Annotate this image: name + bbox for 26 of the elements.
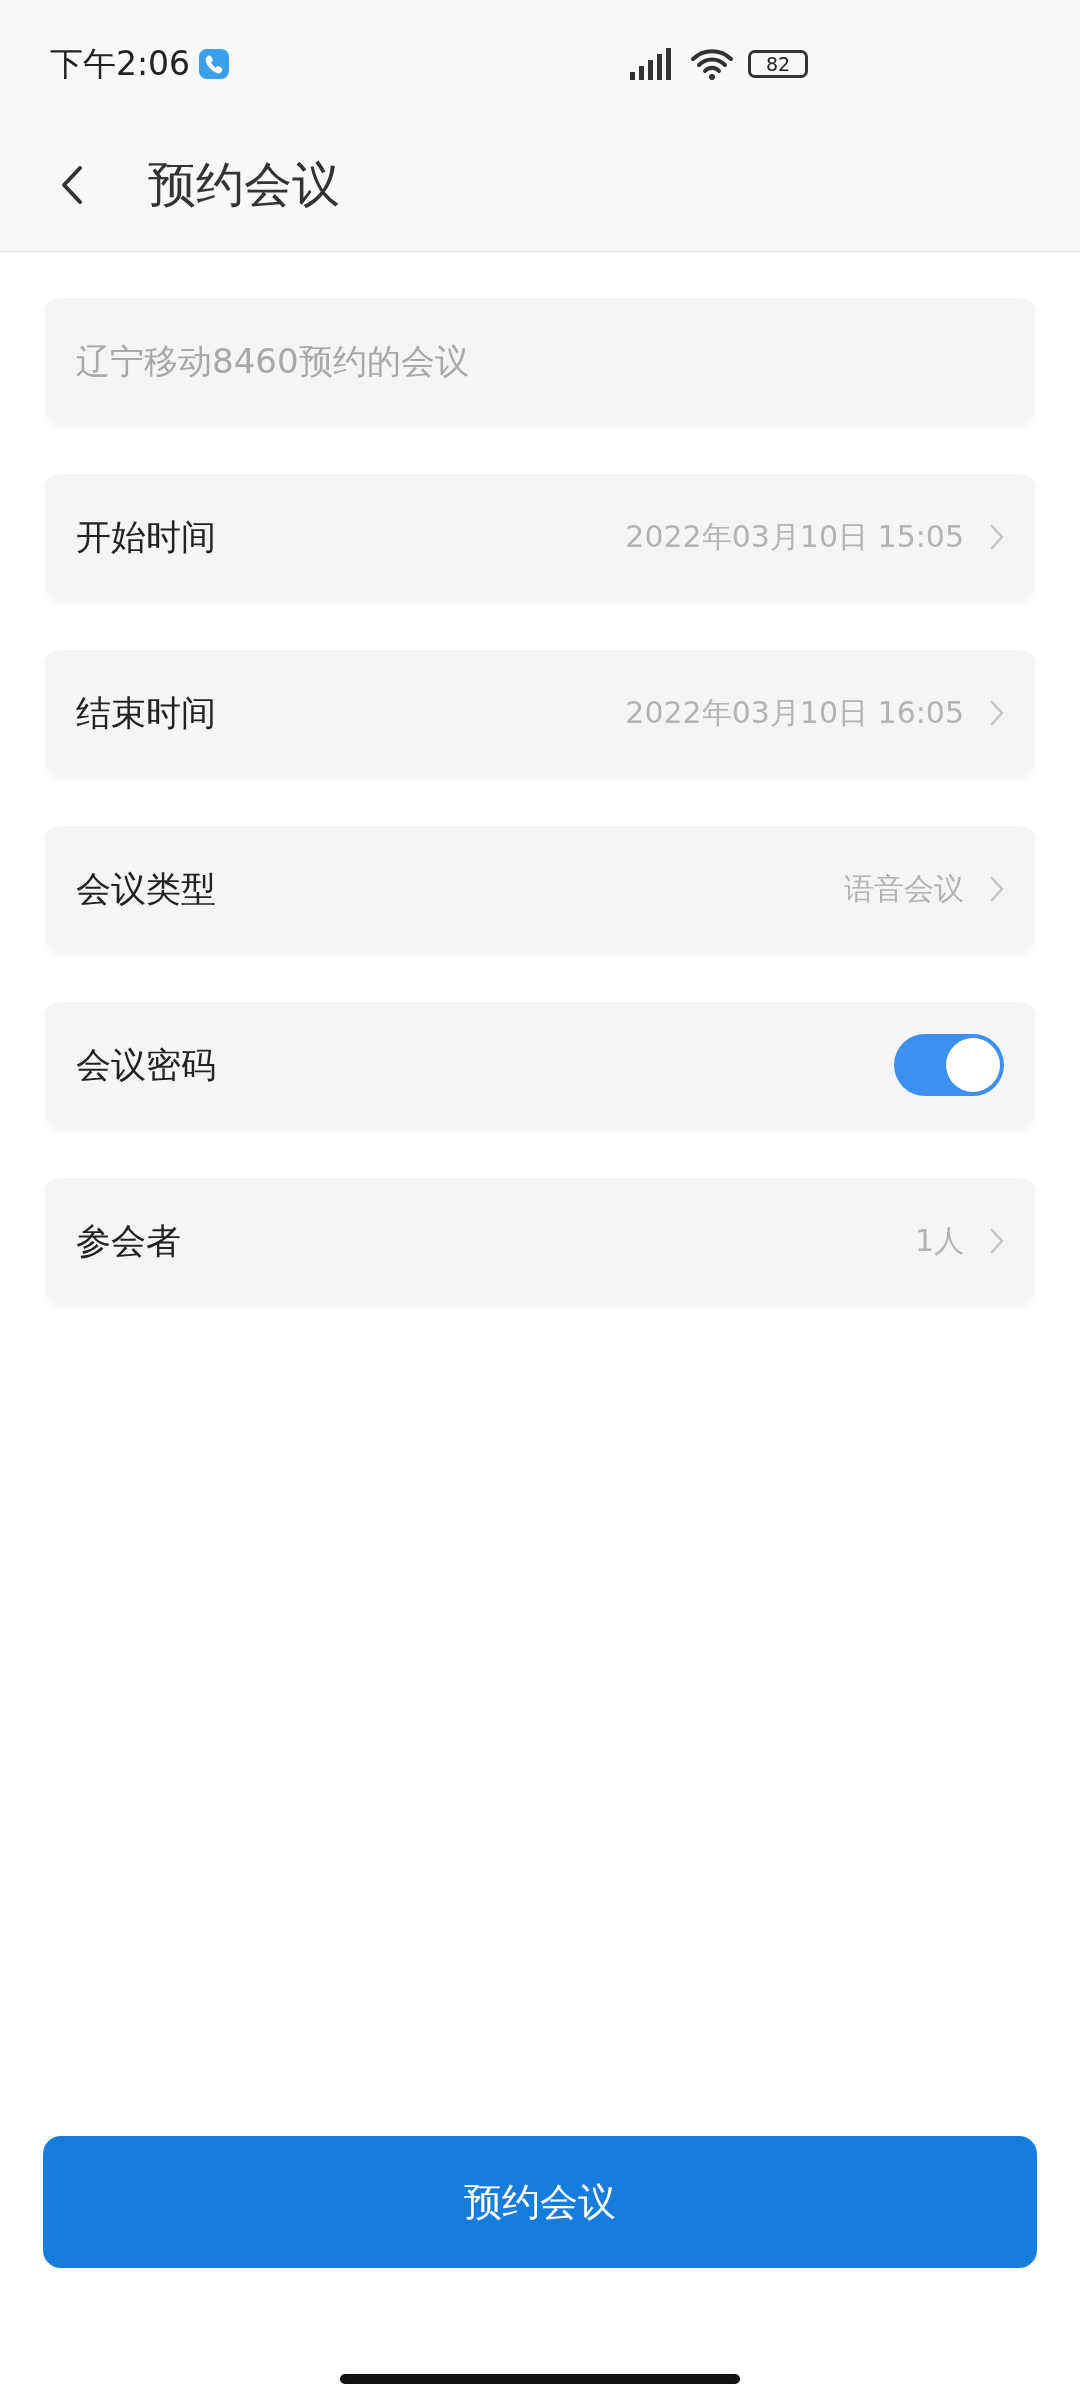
settings-row[interactable]: 结束时间 2022年03月10日 16:05 xyxy=(46,650,1034,776)
chevron-right-icon xyxy=(990,1228,1004,1254)
settings-row[interactable]: 开始时间 2022年03月10日 15:05 xyxy=(46,474,1034,600)
row-label: 结束时间 xyxy=(76,691,217,735)
chevron-right-icon xyxy=(990,700,1004,726)
row-value: 语音会议 xyxy=(844,869,964,908)
wifi-icon xyxy=(690,47,734,81)
settings-row[interactable]: 会议密码 xyxy=(46,1002,1034,1128)
row-label: 会议密码 xyxy=(76,1043,217,1087)
chevron-right-icon xyxy=(990,524,1004,550)
row-label: 参会者 xyxy=(76,1219,182,1263)
phone-app-icon xyxy=(198,48,231,80)
settings-row[interactable]: 参会者 1人 xyxy=(46,1178,1034,1304)
back-icon[interactable] xyxy=(60,164,84,205)
topic-field[interactable]: 辽宁移动8460预约的会议 xyxy=(46,298,1034,424)
status-time: 下午2:06 xyxy=(50,42,191,85)
row-value: 1人 xyxy=(914,1221,964,1260)
row-value: 2022年03月10日 15:05 xyxy=(625,517,964,556)
row-label: 开始时间 xyxy=(76,515,217,559)
page-title: 预约会议 xyxy=(148,154,340,214)
battery-icon: 82 xyxy=(748,50,808,78)
settings-row[interactable]: 会议类型 语音会议 xyxy=(46,826,1034,952)
chevron-right-icon xyxy=(990,876,1004,902)
row-label: 会议类型 xyxy=(76,867,217,911)
submit-button[interactable]: 预约会议 xyxy=(43,2136,1037,2268)
row-value: 2022年03月10日 16:05 xyxy=(625,693,964,732)
